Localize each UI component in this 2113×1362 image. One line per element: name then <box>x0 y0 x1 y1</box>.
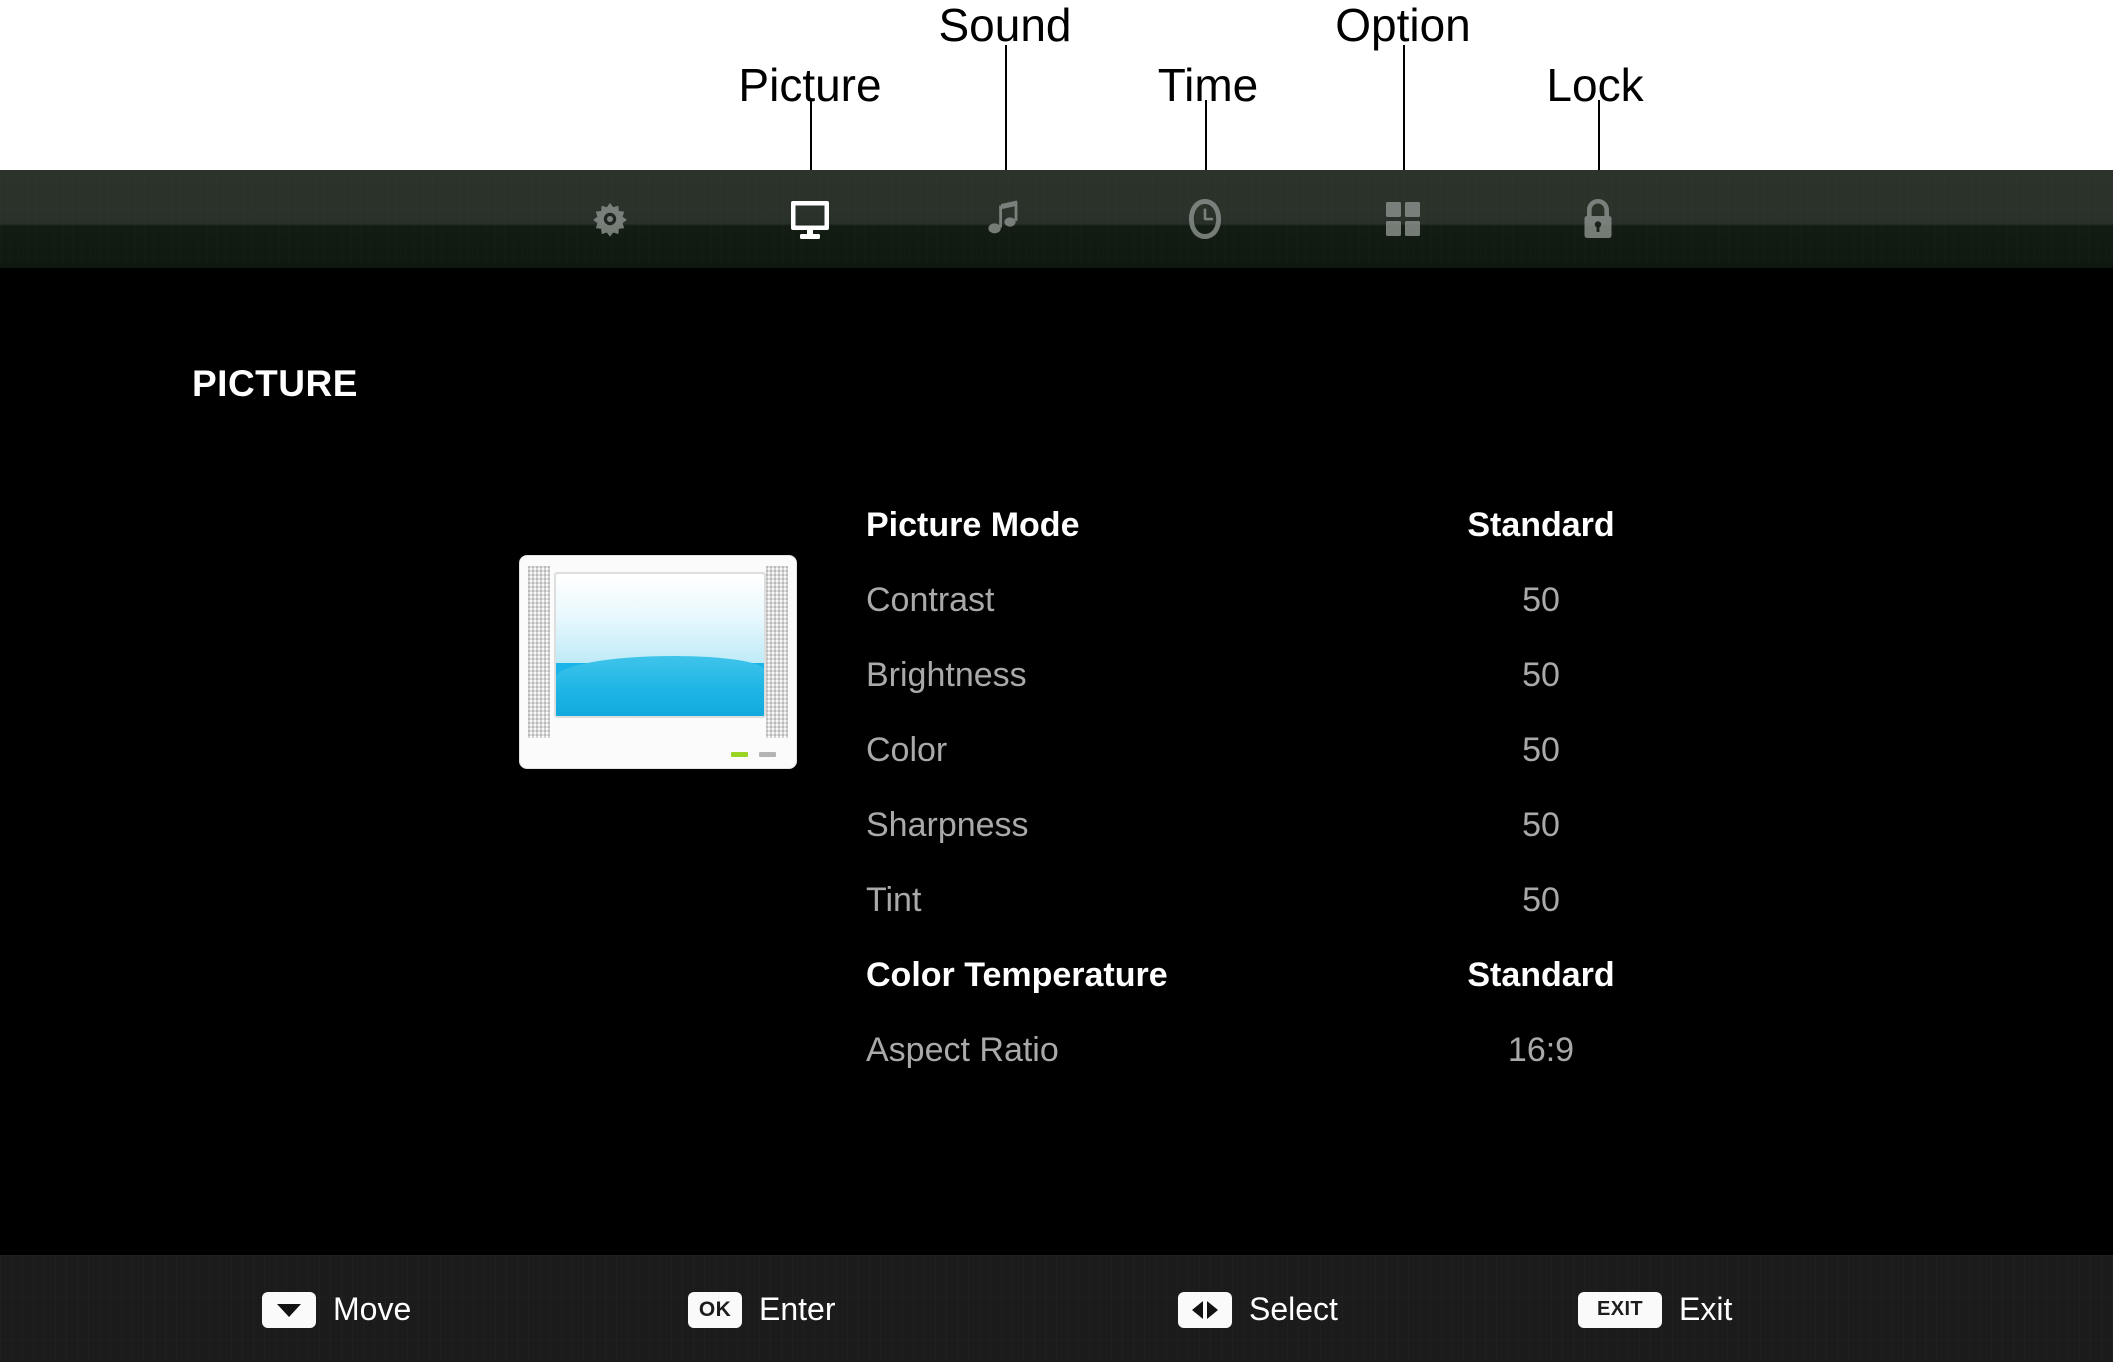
callout-leader-line-lock <box>1598 100 1600 170</box>
setting-row[interactable]: Contrast 50 <box>866 563 1766 638</box>
preview-sky <box>556 574 764 663</box>
music-note-icon <box>984 198 1026 240</box>
lock-icon <box>1578 197 1618 241</box>
setting-label: Aspect Ratio <box>866 1031 1059 1070</box>
callout-label-time: Time <box>1158 62 1259 108</box>
setting-row[interactable]: Picture Mode Standard <box>866 488 1766 563</box>
hint-exit[interactable]: EXIT Exit <box>1578 1291 1732 1328</box>
osd-menubar <box>0 170 2113 268</box>
setting-row[interactable]: Color Temperature Standard <box>866 938 1766 1013</box>
speaker-grille-left <box>528 566 550 738</box>
hint-label: Exit <box>1679 1291 1732 1328</box>
tab-option[interactable] <box>1372 188 1434 250</box>
callout-leader-line-sound <box>1005 45 1007 170</box>
setting-value[interactable]: 50 <box>1411 656 1671 695</box>
setting-label: Sharpness <box>866 806 1029 845</box>
setting-label: Brightness <box>866 656 1027 695</box>
settings-list: Picture ModeStandardContrast50Brightness… <box>866 488 1766 1088</box>
setting-value[interactable]: Standard <box>1411 506 1671 545</box>
hint-select[interactable]: Select <box>1178 1291 1338 1328</box>
tab-sound[interactable] <box>974 188 1036 250</box>
tab-lock[interactable] <box>1567 188 1629 250</box>
grid-icon <box>1383 199 1423 239</box>
tv-osd-screenshot: PictureSoundTimeOptionLock <box>0 0 2113 1362</box>
arrow-left-right-icon <box>1190 1300 1220 1320</box>
annotation-band: PictureSoundTimeOptionLock <box>0 0 2113 170</box>
preview-sea <box>556 656 764 716</box>
monitor-icon <box>787 196 833 242</box>
setting-label: Picture Mode <box>866 506 1079 545</box>
hint-move[interactable]: Move <box>262 1291 411 1328</box>
status-led-grey <box>759 752 776 757</box>
setting-value[interactable]: 50 <box>1411 581 1671 620</box>
setting-label: Color Temperature <box>866 956 1168 995</box>
key-badge-select[interactable] <box>1178 1292 1232 1328</box>
speaker-grille-right <box>766 566 788 738</box>
clock-icon <box>1183 197 1227 241</box>
key-badge-move[interactable] <box>262 1292 316 1328</box>
callout-leader-line-picture <box>810 100 812 170</box>
key-badge-exit[interactable]: EXIT <box>1578 1292 1662 1328</box>
tab-picture[interactable] <box>779 188 841 250</box>
hint-label: Enter <box>759 1291 835 1328</box>
setting-label: Tint <box>866 881 921 920</box>
hint-label: Move <box>333 1291 411 1328</box>
key-badge-enter[interactable]: OK <box>688 1292 742 1328</box>
setting-value[interactable]: Standard <box>1411 956 1671 995</box>
callout-label-sound: Sound <box>938 2 1071 48</box>
hint-enter[interactable]: OK Enter <box>688 1291 835 1328</box>
callout-leader-line-option <box>1403 45 1405 170</box>
setting-row[interactable]: Aspect Ratio 16:9 <box>866 1013 1766 1088</box>
setting-row[interactable]: Brightness 50 <box>866 638 1766 713</box>
arrow-down-icon <box>276 1302 302 1318</box>
callout-label-option: Option <box>1335 2 1471 48</box>
setting-value[interactable]: 50 <box>1411 881 1671 920</box>
setting-value[interactable]: 50 <box>1411 806 1671 845</box>
callout-label-lock: Lock <box>1546 62 1643 108</box>
setting-label: Contrast <box>866 581 995 620</box>
tv-preview-screen <box>554 572 766 718</box>
setting-label: Color <box>866 731 947 770</box>
setting-value[interactable]: 50 <box>1411 731 1671 770</box>
hint-bar: Move OK Enter Select EXIT Exit <box>0 1255 2113 1362</box>
setting-row[interactable]: Sharpness 50 <box>866 788 1766 863</box>
setting-value[interactable]: 16:9 <box>1411 1031 1671 1070</box>
tv-preview-thumbnail <box>520 556 796 768</box>
tab-time[interactable] <box>1174 188 1236 250</box>
gear-icon <box>588 197 632 241</box>
setting-row[interactable]: Tint 50 <box>866 863 1766 938</box>
tab-channel[interactable] <box>579 188 641 250</box>
power-led-green <box>731 752 748 757</box>
callout-leader-line-time <box>1205 100 1207 170</box>
page-title: PICTURE <box>192 363 358 405</box>
setting-row[interactable]: Color 50 <box>866 713 1766 788</box>
hint-label: Select <box>1249 1291 1338 1328</box>
